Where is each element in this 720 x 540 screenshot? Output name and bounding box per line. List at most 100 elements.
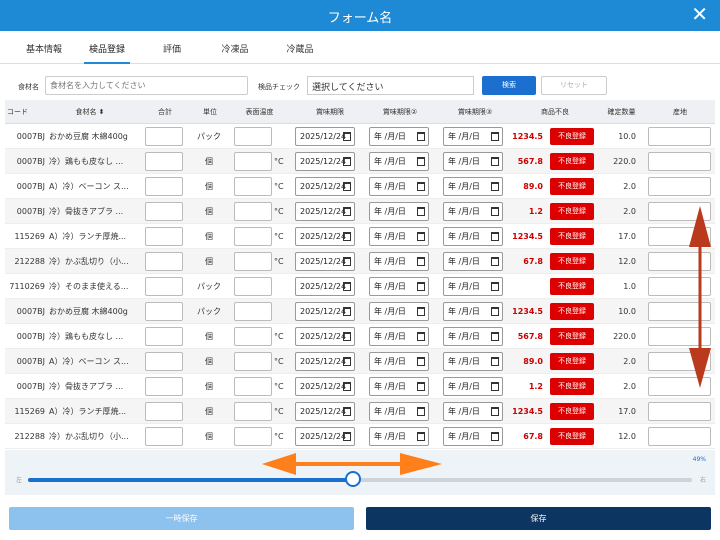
calendar-icon[interactable] [417, 382, 425, 391]
expiry-date-3[interactable]: 年 /月/日 [443, 227, 503, 246]
calendar-icon[interactable] [343, 182, 351, 191]
surface-temp-input[interactable] [234, 177, 272, 196]
expiry-date-2[interactable]: 年 /月/日 [369, 177, 429, 196]
defect-register-button[interactable]: 不良登録 [550, 203, 594, 220]
expiry-date-2[interactable]: 年 /月/日 [369, 252, 429, 271]
tab-inspection-register[interactable]: 検品登録 [84, 42, 130, 64]
expiry-date-2[interactable]: 年 /月/日 [369, 127, 429, 146]
expiry-date-2[interactable]: 年 /月/日 [369, 302, 429, 321]
expiry-date-1[interactable]: 2025/12/24 [295, 377, 355, 396]
expiry-date-3[interactable]: 年 /月/日 [443, 402, 503, 421]
origin-input[interactable] [648, 427, 711, 446]
total-input[interactable] [145, 227, 183, 246]
calendar-icon[interactable] [343, 357, 351, 366]
origin-input[interactable] [648, 252, 711, 271]
total-input[interactable] [145, 427, 183, 446]
total-input[interactable] [145, 252, 183, 271]
inspection-check-select[interactable]: 選択してください [307, 76, 474, 95]
defect-register-button[interactable]: 不良登録 [550, 178, 594, 195]
defect-register-button[interactable]: 不良登録 [550, 428, 594, 445]
calendar-icon[interactable] [343, 282, 351, 291]
origin-input[interactable] [648, 202, 711, 221]
calendar-icon[interactable] [343, 207, 351, 216]
tab-chilled[interactable]: 冷蔵品 [282, 42, 318, 64]
expiry-date-2[interactable]: 年 /月/日 [369, 377, 429, 396]
expiry-date-1[interactable]: 2025/12/24 [295, 152, 355, 171]
defect-register-button[interactable]: 不良登録 [550, 378, 594, 395]
expiry-date-2[interactable]: 年 /月/日 [369, 402, 429, 421]
origin-input[interactable] [648, 127, 711, 146]
surface-temp-input[interactable] [234, 302, 272, 321]
defect-register-button[interactable]: 不良登録 [550, 153, 594, 170]
origin-input[interactable] [648, 277, 711, 296]
calendar-icon[interactable] [417, 282, 425, 291]
surface-temp-input[interactable] [234, 277, 272, 296]
expiry-date-1[interactable]: 2025/12/24 [295, 402, 355, 421]
defect-register-button[interactable]: 不良登録 [550, 278, 594, 295]
expiry-date-2[interactable]: 年 /月/日 [369, 152, 429, 171]
surface-temp-input[interactable] [234, 352, 272, 371]
expiry-date-3[interactable]: 年 /月/日 [443, 302, 503, 321]
total-input[interactable] [145, 177, 183, 196]
origin-input[interactable] [648, 177, 711, 196]
expiry-date-3[interactable]: 年 /月/日 [443, 252, 503, 271]
calendar-icon[interactable] [417, 132, 425, 141]
expiry-date-1[interactable]: 2025/12/24 [295, 177, 355, 196]
surface-temp-input[interactable] [234, 227, 272, 246]
calendar-icon[interactable] [343, 232, 351, 241]
origin-input[interactable] [648, 227, 711, 246]
expiry-date-3[interactable]: 年 /月/日 [443, 177, 503, 196]
calendar-icon[interactable] [343, 157, 351, 166]
total-input[interactable] [145, 402, 183, 421]
save-button[interactable]: 保存 [366, 507, 711, 530]
calendar-icon[interactable] [417, 182, 425, 191]
expiry-date-3[interactable]: 年 /月/日 [443, 277, 503, 296]
expiry-date-1[interactable]: 2025/12/24 [295, 127, 355, 146]
total-input[interactable] [145, 277, 183, 296]
calendar-icon[interactable] [343, 432, 351, 441]
surface-temp-input[interactable] [234, 152, 272, 171]
expiry-date-1[interactable]: 2025/12/24 [295, 227, 355, 246]
expiry-date-3[interactable]: 年 /月/日 [443, 352, 503, 371]
close-icon[interactable]: ✕ [691, 3, 708, 25]
origin-input[interactable] [648, 152, 711, 171]
expiry-date-1[interactable]: 2025/12/24 [295, 427, 355, 446]
surface-temp-input[interactable] [234, 327, 272, 346]
tab-frozen[interactable]: 冷凍品 [217, 42, 253, 64]
expiry-date-3[interactable]: 年 /月/日 [443, 327, 503, 346]
origin-input[interactable] [648, 377, 711, 396]
expiry-date-2[interactable]: 年 /月/日 [369, 202, 429, 221]
expiry-date-2[interactable]: 年 /月/日 [369, 427, 429, 446]
total-input[interactable] [145, 352, 183, 371]
expiry-date-1[interactable]: 2025/12/24 [295, 302, 355, 321]
header-food-name[interactable]: 食材名 ⬍ [65, 100, 115, 124]
surface-temp-input[interactable] [234, 252, 272, 271]
calendar-icon[interactable] [343, 332, 351, 341]
defect-register-button[interactable]: 不良登録 [550, 353, 594, 370]
expiry-date-3[interactable]: 年 /月/日 [443, 427, 503, 446]
calendar-icon[interactable] [417, 432, 425, 441]
origin-input[interactable] [648, 327, 711, 346]
expiry-date-2[interactable]: 年 /月/日 [369, 352, 429, 371]
search-button[interactable]: 検索 [482, 76, 536, 95]
calendar-icon[interactable] [417, 307, 425, 316]
calendar-icon[interactable] [343, 307, 351, 316]
surface-temp-input[interactable] [234, 402, 272, 421]
expiry-date-3[interactable]: 年 /月/日 [443, 152, 503, 171]
expiry-date-2[interactable]: 年 /月/日 [369, 327, 429, 346]
total-input[interactable] [145, 127, 183, 146]
surface-temp-input[interactable] [234, 377, 272, 396]
expiry-date-1[interactable]: 2025/12/24 [295, 202, 355, 221]
surface-temp-input[interactable] [234, 127, 272, 146]
expiry-date-1[interactable]: 2025/12/24 [295, 277, 355, 296]
calendar-icon[interactable] [417, 157, 425, 166]
expiry-date-2[interactable]: 年 /月/日 [369, 227, 429, 246]
food-name-input[interactable] [45, 76, 248, 95]
defect-register-button[interactable]: 不良登録 [550, 303, 594, 320]
expiry-date-3[interactable]: 年 /月/日 [443, 127, 503, 146]
defect-register-button[interactable]: 不良登録 [550, 328, 594, 345]
calendar-icon[interactable] [343, 257, 351, 266]
calendar-icon[interactable] [417, 332, 425, 341]
expiry-date-1[interactable]: 2025/12/24 [295, 327, 355, 346]
expiry-date-1[interactable]: 2025/12/24 [295, 352, 355, 371]
